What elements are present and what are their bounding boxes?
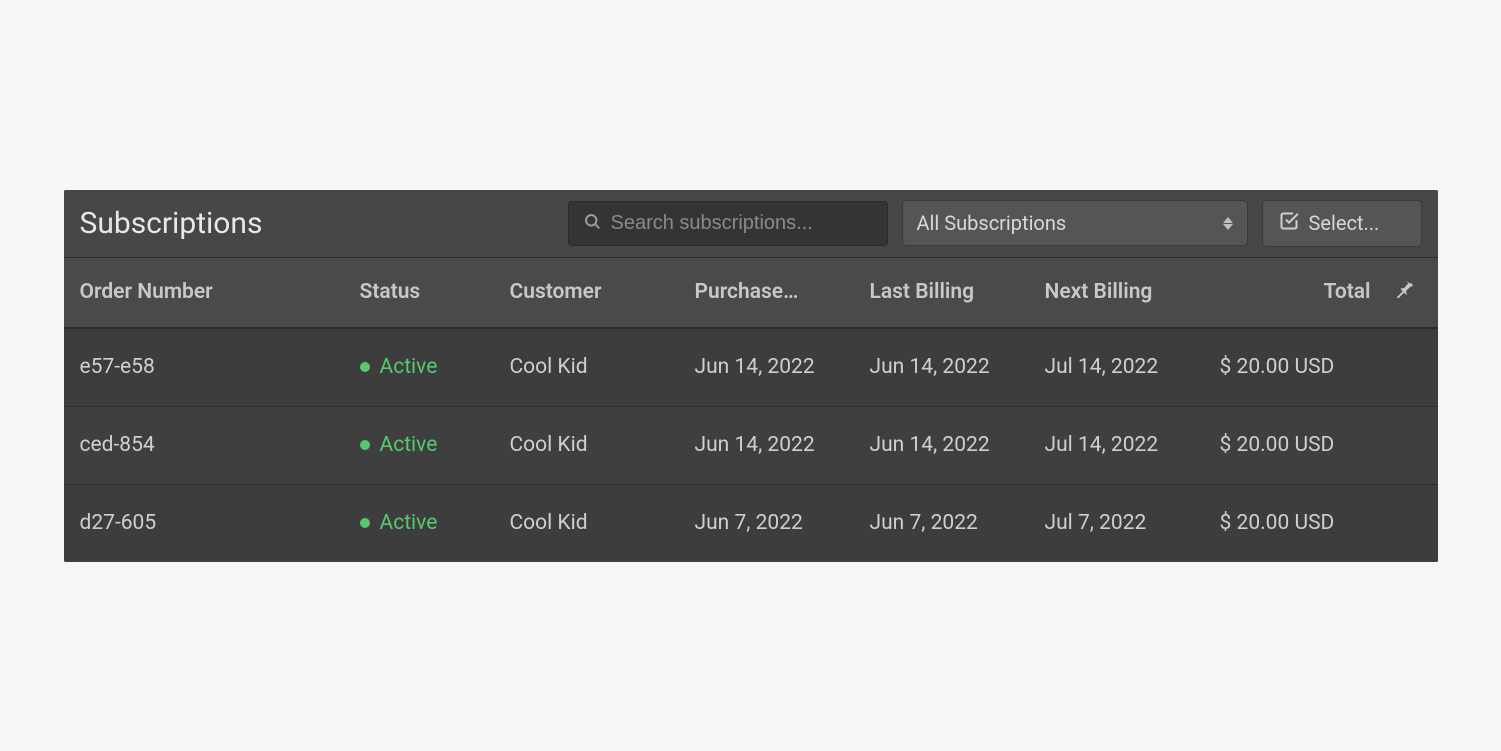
select-button[interactable]: Select...	[1262, 200, 1422, 247]
status-label: Active	[380, 511, 438, 535]
cell-order: ced-854	[80, 433, 360, 457]
status-dot-icon	[360, 518, 370, 528]
cell-last-billing: Jun 14, 2022	[870, 433, 1045, 457]
table-row[interactable]: e57-e58ActiveCool KidJun 14, 2022Jun 14,…	[64, 328, 1438, 406]
search-input[interactable]	[611, 212, 873, 235]
col-total[interactable]: Total	[1220, 280, 1375, 304]
cell-status: Active	[360, 355, 510, 379]
filter-select[interactable]: All Subscriptions	[902, 200, 1248, 246]
select-button-label: Select...	[1309, 211, 1380, 235]
col-status[interactable]: Status	[360, 280, 510, 304]
cell-status: Active	[360, 433, 510, 457]
checkbox-icon	[1279, 211, 1299, 236]
cell-total: $ 20.00 USD	[1220, 433, 1375, 457]
col-last-billing[interactable]: Last Billing	[870, 280, 1045, 304]
search-input-wrapper[interactable]	[568, 201, 888, 246]
cell-order: e57-e58	[80, 355, 360, 379]
cell-last-billing: Jun 14, 2022	[870, 355, 1045, 379]
cell-total: $ 20.00 USD	[1220, 355, 1375, 379]
filter-select-value: All Subscriptions	[917, 211, 1067, 235]
cell-customer: Cool Kid	[510, 355, 695, 379]
status-dot-icon	[360, 440, 370, 450]
subscriptions-panel: Subscriptions All Subscriptions	[64, 190, 1438, 562]
col-order[interactable]: Order Number	[80, 280, 360, 304]
cell-order: d27-605	[80, 511, 360, 535]
cell-last-billing: Jun 7, 2022	[870, 511, 1045, 535]
col-customer[interactable]: Customer	[510, 280, 695, 304]
status-dot-icon	[360, 362, 370, 372]
cell-next-billing: Jul 14, 2022	[1045, 433, 1220, 457]
cell-next-billing: Jul 14, 2022	[1045, 355, 1220, 379]
cell-status: Active	[360, 511, 510, 535]
search-icon	[583, 212, 601, 234]
col-next-billing[interactable]: Next Billing	[1045, 280, 1220, 304]
cell-next-billing: Jul 7, 2022	[1045, 511, 1220, 535]
status-label: Active	[380, 355, 438, 379]
page-title: Subscriptions	[80, 206, 263, 241]
cell-purchase: Jun 14, 2022	[695, 355, 870, 379]
table-row[interactable]: d27-605ActiveCool KidJun 7, 2022Jun 7, 2…	[64, 484, 1438, 562]
cell-total: $ 20.00 USD	[1220, 511, 1375, 535]
toolbar: Subscriptions All Subscriptions	[64, 190, 1438, 258]
cell-purchase: Jun 14, 2022	[695, 433, 870, 457]
chevron-sort-icon	[1223, 217, 1233, 230]
table-row[interactable]: ced-854ActiveCool KidJun 14, 2022Jun 14,…	[64, 406, 1438, 484]
status-label: Active	[380, 433, 438, 457]
pin-icon	[1394, 278, 1416, 306]
cell-customer: Cool Kid	[510, 433, 695, 457]
cell-purchase: Jun 7, 2022	[695, 511, 870, 535]
col-purchase[interactable]: Purchase…	[695, 280, 870, 304]
table-header: Order Number Status Customer Purchase… L…	[64, 258, 1438, 328]
cell-customer: Cool Kid	[510, 511, 695, 535]
col-pin[interactable]	[1375, 278, 1435, 306]
